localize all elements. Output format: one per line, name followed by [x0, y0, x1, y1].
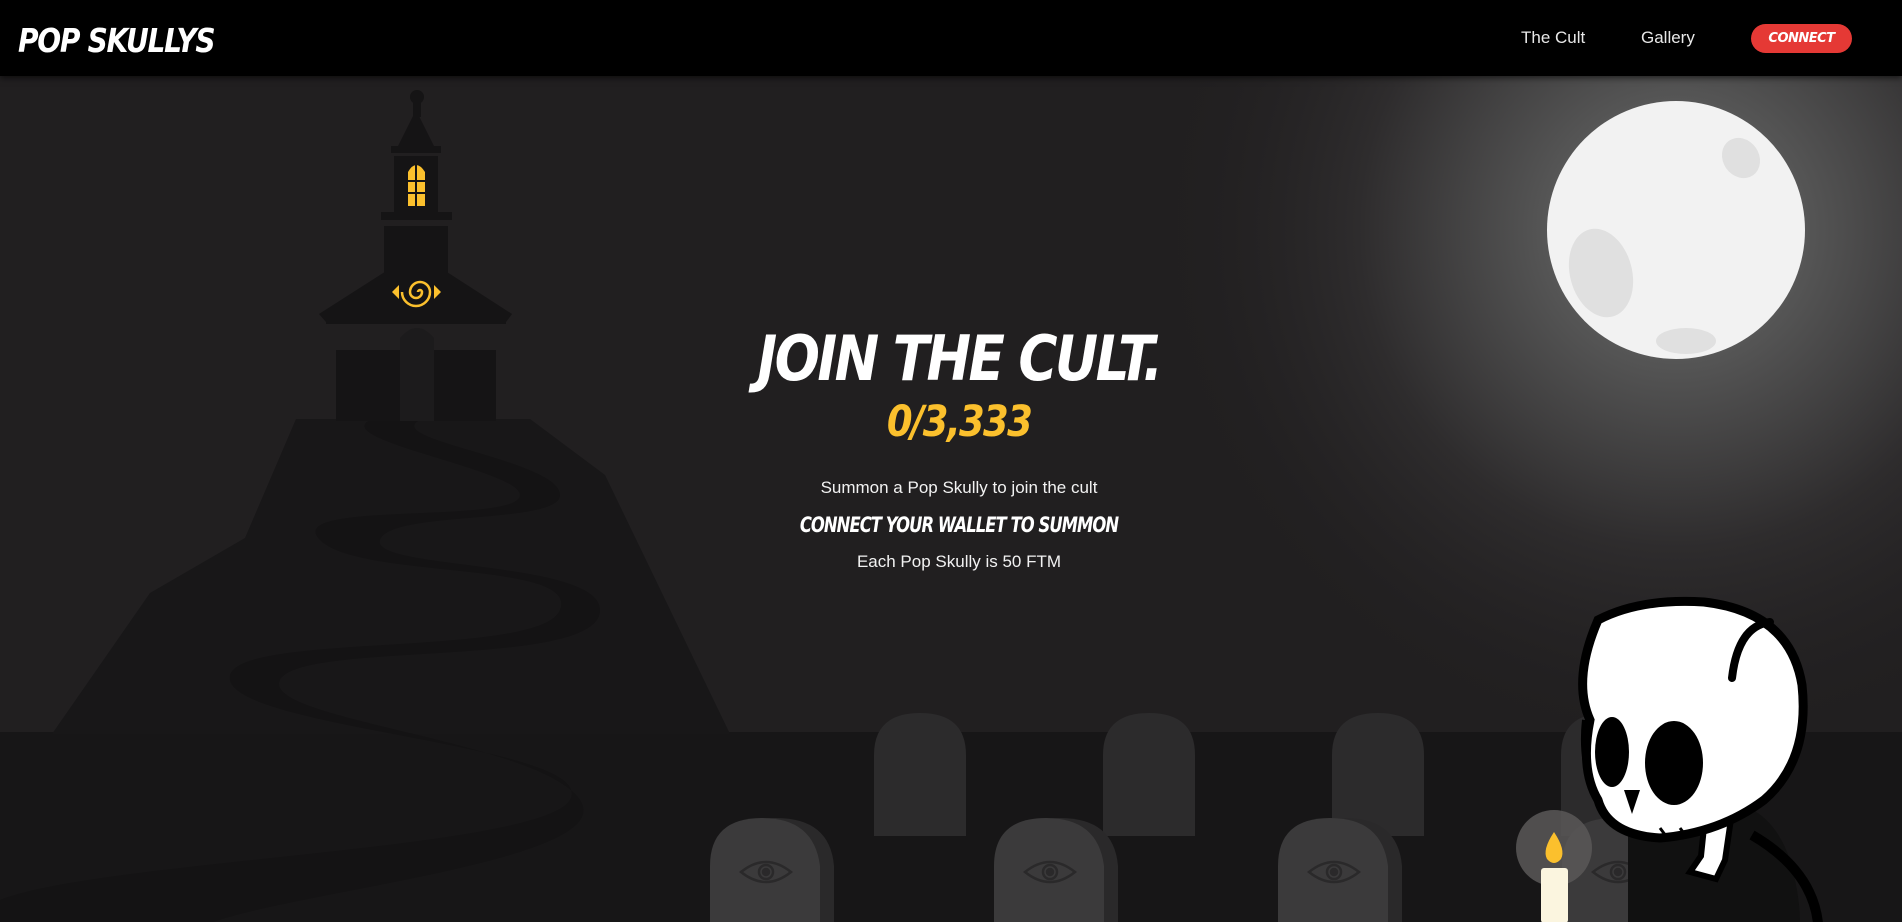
navbar: POP SKULLYS The Cult Gallery CONNECT — [0, 0, 1902, 76]
hill — [52, 419, 730, 734]
church-icon — [319, 90, 512, 421]
connect-button[interactable]: CONNECT — [1751, 24, 1852, 53]
mint-counter: 0/3,333 — [886, 397, 1033, 447]
tombstone-icon — [710, 818, 834, 922]
tombstone-icon — [1332, 713, 1424, 836]
summon-description: Summon a Pop Skully to join the cult — [820, 478, 1098, 497]
tombstone-icon — [1103, 713, 1195, 836]
moon-icon — [1547, 101, 1805, 359]
hero-content: JOIN THE CULT. 0/3,333 Summon a Pop Skul… — [651, 324, 1267, 572]
nav-link-gallery[interactable]: Gallery — [1641, 28, 1695, 48]
nav-link-the-cult[interactable]: The Cult — [1521, 28, 1585, 48]
page-title: JOIN THE CULT. — [757, 322, 1163, 395]
connect-wallet-prompt: CONNECT YOUR WALLET TO SUMMON — [799, 513, 1119, 537]
price-text: Each Pop Skully is 50 FTM — [856, 552, 1062, 571]
tombstone-icon — [994, 818, 1118, 922]
hero-section: JOIN THE CULT. 0/3,333 Summon a Pop Skul… — [0, 76, 1902, 922]
tombstone-icon — [1278, 818, 1402, 922]
logo[interactable]: POP SKULLYS — [18, 21, 216, 61]
tombstone-icon — [874, 713, 966, 836]
